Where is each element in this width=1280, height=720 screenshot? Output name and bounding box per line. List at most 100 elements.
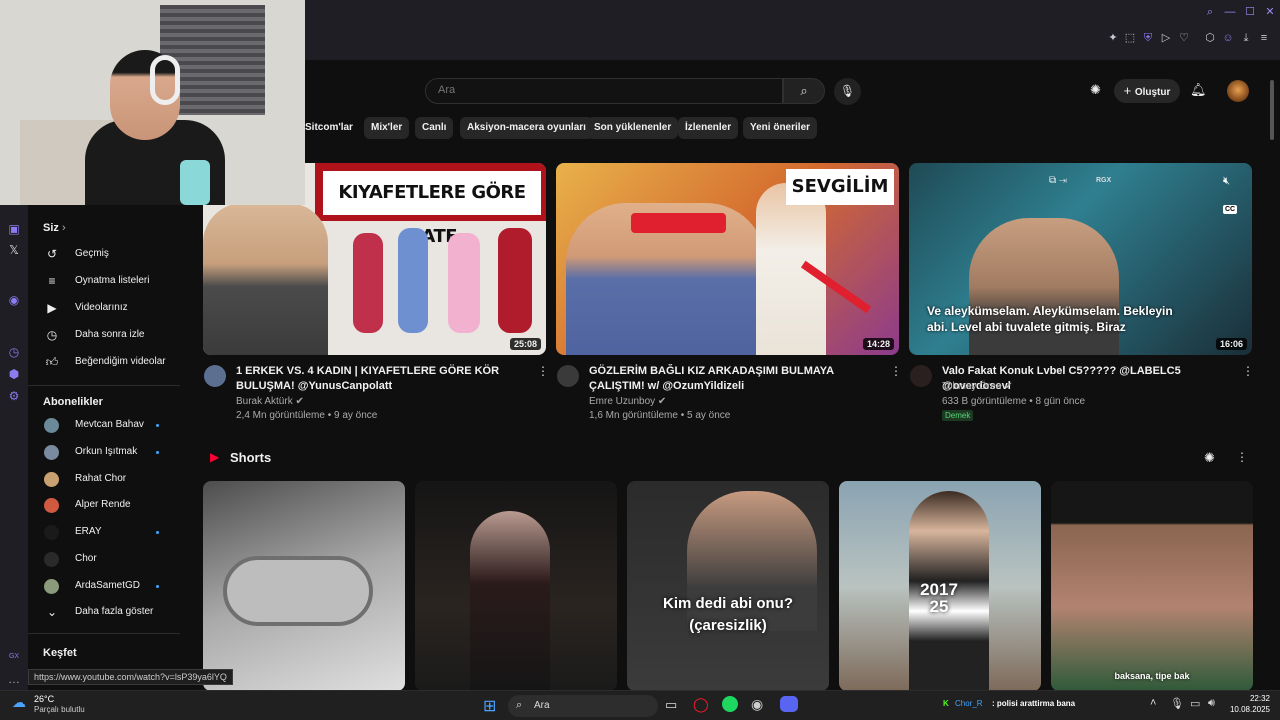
filter-chip[interactable]: Canlı xyxy=(415,117,454,139)
subscription-item[interactable]: Rahat Chor xyxy=(28,466,178,492)
video-meta: 633 B görüntüleme • 8 gün önce xyxy=(942,396,1086,407)
channel-name[interactable]: Burak Aktürk ✔ xyxy=(236,396,304,407)
subscription-item[interactable]: Mevtcan Bahav xyxy=(28,412,178,438)
play-icon[interactable]: ▷ xyxy=(1158,30,1174,46)
more-actions-icon[interactable]: ⋮ xyxy=(537,364,549,378)
network-icon[interactable]: ▭ xyxy=(1190,697,1200,710)
verified-icon: ✔ xyxy=(295,396,304,407)
filter-chip[interactable]: Sitcom'lar xyxy=(305,117,360,139)
short-caption: Kim dedi abi onu? (çaresizlik) xyxy=(663,595,793,634)
close-icon[interactable]: ✕ xyxy=(1262,4,1278,20)
subscription-item[interactable]: Orkun Işıtmak xyxy=(28,439,178,465)
weather-icon[interactable]: ☁ xyxy=(12,694,26,711)
more-actions-icon[interactable]: ⋮ xyxy=(890,364,902,378)
channel-avatar[interactable] xyxy=(204,365,226,387)
video-thumbnail[interactable]: ⧉ ⇥ RGX 🔇︎ CC Ve aleykümselam. Aleykümse… xyxy=(909,163,1252,355)
mute-icon[interactable]: 🔇︎ xyxy=(1223,175,1230,188)
voice-search-button[interactable]: 🎙︎ xyxy=(834,78,861,105)
twitch-icon[interactable]: ▣ xyxy=(5,220,23,238)
microphone-icon[interactable]: 🎙︎ xyxy=(1170,697,1184,710)
subscription-item[interactable]: Chor xyxy=(28,546,178,572)
clock-date[interactable]: 10.08.2025 xyxy=(1222,705,1270,714)
subscription-item[interactable]: ERAY xyxy=(28,519,178,545)
download-icon[interactable]: ⤓ xyxy=(1238,30,1254,46)
spotify-icon[interactable] xyxy=(722,696,738,712)
search-icon: ⌕ xyxy=(800,83,808,98)
sparkle-icon[interactable]: ✺ xyxy=(1090,82,1101,98)
search-button[interactable]: ⌕ xyxy=(783,78,825,104)
profile-icon[interactable]: ☺ xyxy=(1220,30,1236,46)
thumbnail-text: KIYAFETLERE GÖRE DATE xyxy=(323,171,541,247)
player-icon[interactable]: ◉ xyxy=(5,291,23,309)
kick-icon: K xyxy=(943,699,949,708)
filter-chip[interactable]: Mix'ler xyxy=(364,117,410,139)
extensions-icon[interactable]: ⬡ xyxy=(1202,30,1218,46)
menu-icon[interactable]: ≡ xyxy=(1256,30,1272,46)
taskbar-search[interactable]: ⌕ Ara xyxy=(508,695,658,717)
filter-chip[interactable]: Yeni öneriler xyxy=(743,117,818,139)
volume-icon[interactable]: 🔊︎ xyxy=(1208,697,1215,710)
windows-start-icon[interactable]: ⊞ xyxy=(483,696,496,716)
channel-avatar[interactable] xyxy=(557,365,579,387)
filter-chip[interactable]: Son yüklenenler xyxy=(587,117,679,139)
video-duration: 25:08 xyxy=(509,338,541,350)
video-title[interactable]: 1 ERKEK VS. 4 KADIN | KIYAFETLERE GÖRE K… xyxy=(236,364,531,394)
steam-icon[interactable]: ◉ xyxy=(751,696,763,713)
captions-icon[interactable]: CC xyxy=(1223,205,1238,214)
show-more-button[interactable]: ⌄ Daha fazla göster xyxy=(28,599,178,625)
chevron-up-icon[interactable]: ˄ xyxy=(1150,697,1156,709)
clock-icon[interactable]: ◷ xyxy=(5,343,23,361)
short-thumbnail[interactable] xyxy=(415,481,617,691)
filter-chip[interactable]: Aksiyon-macera oyunları xyxy=(460,117,593,139)
create-button[interactable]: + Oluştur xyxy=(1114,79,1180,103)
sidebar-item[interactable]: ▶ Videolarınız xyxy=(28,295,178,321)
minimize-icon[interactable]: — xyxy=(1222,4,1238,20)
video-title[interactable]: GÖZLERİM BAĞLI KIZ ARKADAŞIMI BULMAYA ÇA… xyxy=(589,364,884,394)
miniplayer-icon[interactable]: ⧉ ⇥ xyxy=(1049,175,1067,186)
thumbnail-object xyxy=(223,556,373,626)
filter-chip[interactable]: İzlenenler xyxy=(678,117,739,139)
page-scrollbar[interactable] xyxy=(1270,80,1274,140)
maximize-icon[interactable]: ☐ xyxy=(1242,4,1258,20)
discord-icon[interactable] xyxy=(780,696,798,712)
subscription-item[interactable]: ArdaSametGD xyxy=(28,573,178,599)
live-caption-text: Ve aleykümselam. Aleykümselam. Bekleyin … xyxy=(927,304,1173,334)
more-actions-icon[interactable]: ⋮ xyxy=(1242,364,1254,378)
channel-name[interactable]: Emre Uzunboy ✔ xyxy=(589,396,666,407)
heart-icon[interactable]: ♡ xyxy=(1176,30,1192,46)
shield-icon[interactable]: ⛨ xyxy=(1140,30,1156,46)
more-actions-icon[interactable]: ⋮ xyxy=(1236,450,1248,464)
search-input[interactable] xyxy=(438,84,768,96)
x-icon[interactable]: 𝕏 xyxy=(5,241,23,259)
channel-avatar[interactable] xyxy=(910,365,932,387)
sidebar-item[interactable]: ◷ Daha sonra izle xyxy=(28,322,178,348)
sparkle-icon[interactable]: ✺ xyxy=(1204,450,1215,466)
gx-icon[interactable]: GX xyxy=(5,648,23,666)
settings-icon[interactable]: ⚙ xyxy=(5,387,23,405)
more-icon[interactable]: … xyxy=(5,670,23,688)
avatar[interactable] xyxy=(1227,80,1249,102)
cube-icon[interactable]: ⬢ xyxy=(5,365,23,383)
short-thumbnail[interactable]: Kim dedi abi onu? (çaresizlik) xyxy=(627,481,829,691)
clock-time[interactable]: 22:32 xyxy=(1228,694,1270,703)
subscription-item[interactable]: Alper Rende xyxy=(28,492,178,518)
pin-icon[interactable]: ✦ xyxy=(1105,30,1121,46)
screenshot-icon[interactable]: ⬚ xyxy=(1122,30,1138,46)
search-icon[interactable]: ⌕ xyxy=(1202,4,1218,20)
sidebar-item[interactable]: ≡ Oynatma listeleri xyxy=(28,268,178,294)
short-thumbnail[interactable] xyxy=(203,481,405,691)
sidebar-item[interactable]: ↺ Geçmiş xyxy=(28,241,178,267)
opera-gx-icon[interactable]: ◯ xyxy=(693,696,709,713)
notifications-bell-icon[interactable]: 🔔︎ xyxy=(1190,82,1207,98)
sidebar-item[interactable]: 👍︎ Beğendiğim videolar xyxy=(28,349,178,375)
channel-name[interactable]: Tolunay Ören ✔ xyxy=(942,381,1013,392)
sidebar-item-label: Oynatma listeleri xyxy=(75,275,150,286)
short-thumbnail[interactable]: baksana, tipe bak xyxy=(1051,481,1253,691)
short-thumbnail[interactable]: 2017 25 xyxy=(839,481,1041,691)
task-view-icon[interactable]: ▭ xyxy=(665,697,677,713)
you-heading[interactable]: Siz › xyxy=(43,222,66,234)
video-thumbnail[interactable]: SEVGİLİM 14:28 xyxy=(556,163,899,355)
video-meta: 1,6 Mn görüntüleme • 5 ay önce xyxy=(589,410,731,421)
search-box[interactable] xyxy=(425,78,783,104)
plus-icon: + xyxy=(1123,83,1135,98)
